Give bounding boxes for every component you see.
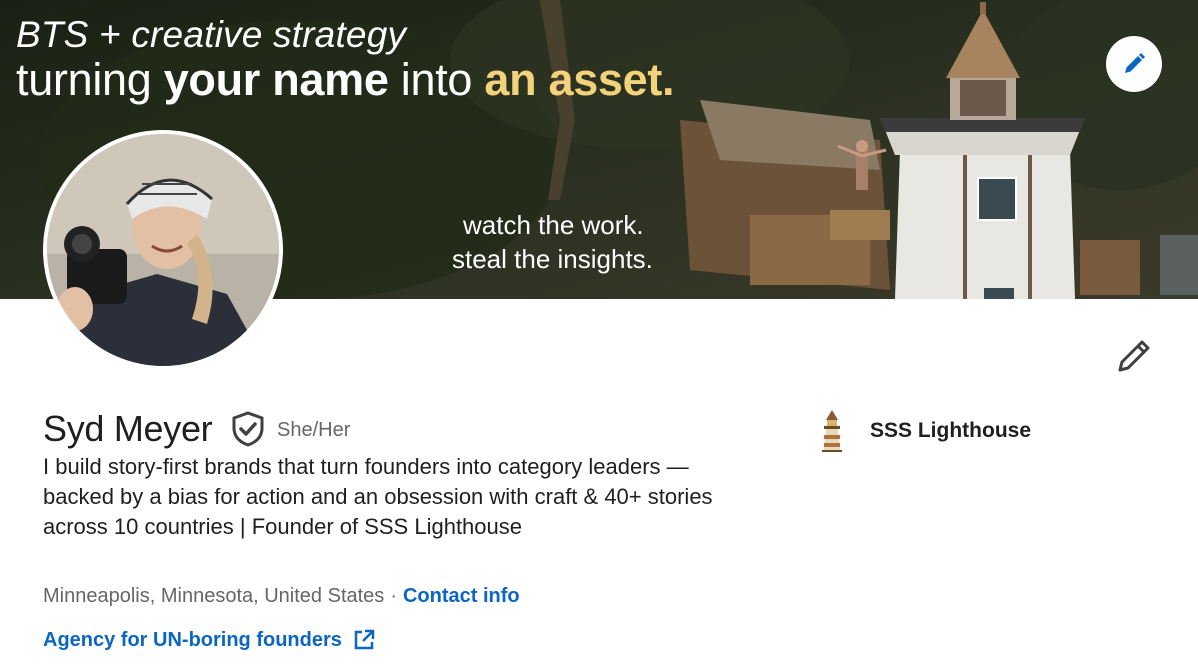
edit-banner-button[interactable] <box>1106 36 1162 92</box>
pencil-icon <box>1118 340 1150 372</box>
banner-title-line1: BTS + creative strategy <box>16 14 407 55</box>
lighthouse-icon <box>822 410 842 452</box>
edit-intro-button[interactable] <box>1114 336 1154 376</box>
website-link[interactable]: Agency for UN-boring founders <box>43 628 376 652</box>
banner-title-line2: turning your name into an asset. <box>16 54 675 106</box>
current-company[interactable]: SSS Lighthouse <box>818 410 1031 452</box>
banner-tagline-1: watch the work. <box>463 210 644 240</box>
banner-title-part1: turning <box>16 54 164 105</box>
profile-location: Minneapolis, Minnesota, United States <box>43 585 385 607</box>
profile-photo[interactable] <box>43 130 283 370</box>
banner-tagline-2: steal the insights. <box>452 244 653 274</box>
profile-location-row: Minneapolis, Minnesota, United States · Co… <box>43 585 520 608</box>
profile-pronouns: She/Her <box>277 419 351 441</box>
separator-dot: · <box>390 585 397 607</box>
company-name: SSS Lighthouse <box>870 419 1032 442</box>
avatar-image <box>47 134 279 366</box>
profile-headline: I build story-first brands that turn fou… <box>43 454 713 539</box>
banner-title-part2: your name <box>163 54 389 105</box>
website-link-label: Agency for UN-boring founders <box>43 628 342 651</box>
external-link-icon <box>354 629 375 650</box>
verified-shield-icon[interactable] <box>231 411 265 447</box>
pencil-icon <box>1125 53 1145 73</box>
contact-info-link[interactable]: Contact info <box>403 585 520 607</box>
banner-title-accent: an asset. <box>484 54 675 105</box>
profile-name: Syd Meyer <box>43 408 213 449</box>
banner-title-part3: into <box>388 54 485 105</box>
